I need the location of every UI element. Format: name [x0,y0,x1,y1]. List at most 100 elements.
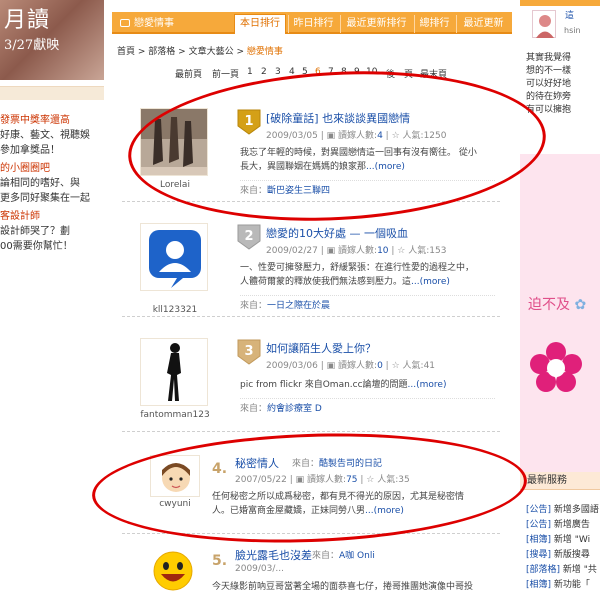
entry-meta: 2009/03/06 | ▣ 讀嫁人數:0 | ☆ 人氣:41 [266,361,436,371]
username[interactable]: Lorelai [140,180,210,190]
section-title: 戀愛情事 [120,15,174,33]
rank-number: 4. [212,461,228,477]
entry-excerpt: 任何秘密之所以成爲秘密，都有見不得光的原因，尤其是秘密情人。已婚富商金屋藏嬌，正… [212,492,465,516]
profile-avatar[interactable] [532,10,556,38]
more-link[interactable]: ...(more) [408,380,447,390]
username[interactable]: kll123321 [140,305,210,315]
bronze-medal-icon: 3 [237,339,261,365]
avatar[interactable] [148,547,198,591]
promo-line: 論相同的嗜好、與 [0,178,80,189]
popularity-count: 35 [398,475,410,485]
pager-page[interactable]: 9 [354,67,360,77]
promo-headline[interactable]: 的小圈圈吧 [0,161,104,176]
username[interactable]: fantomman123 [140,410,210,420]
avatar[interactable] [140,338,208,406]
pager-page[interactable]: 10 [366,67,377,77]
source-link[interactable]: 一日之際在於晨 [267,301,330,311]
svg-text:3: 3 [244,344,253,359]
service-item[interactable]: [相簿] 新功能「 [526,578,590,592]
list-item: cwyuni 4. 秘密情人 來自：酷製告司的日記 2007/05/22 | ▣… [122,455,507,535]
profile-box: 這 hsin [520,8,600,40]
entry-excerpt: 一、性愛可擁發壓力，舒緩緊張：在進行性愛的過程之中，人體荷爾蒙的釋放使我們無法感… [240,263,475,287]
more-link[interactable]: ...(more) [366,162,405,172]
entry-meta: 2009/03/05 | ▣ 讀嫁人數:4 | ☆ 人氣:1250 [266,131,447,141]
pager-page[interactable]: 7 [328,67,334,77]
promo-2[interactable]: 的小圈圈吧 論相同的嗜好、與 更多同好聚集在一起 [0,161,104,206]
entry-excerpt: pic from flickr 來自Oman.cc論壇的問題...(more) [240,380,447,390]
username[interactable]: cwyuni [140,499,210,509]
star-icon: ☆ [391,361,400,371]
reader-icon: ▣ [326,131,336,141]
tab-recent-update[interactable]: 最近更新 [456,15,510,33]
profile-name[interactable]: 這 [565,10,574,23]
source-link[interactable]: 約會診療室 D [267,404,322,414]
tab-recent-update-ranking[interactable]: 最近更新排行 [340,15,412,33]
quote-line: 的待在妳旁 [526,92,572,102]
reader-count: 4 [377,131,383,141]
rank-number: 5. [212,553,228,569]
pager-next[interactable]: 後一頁 [386,67,413,80]
service-item[interactable]: [相簿] 新增 "Wi [526,533,590,547]
author-link[interactable]: 酷製告司的日記 [319,459,382,469]
breadcrumb-current: 戀愛情事 [246,47,283,57]
promo-headline[interactable]: 發票中獎率還高 [0,113,104,128]
svg-text:1: 1 [244,114,253,129]
tab-overall-ranking[interactable]: 總排行 [414,15,454,33]
ad-slogan: 迫不及 ✿ [528,297,587,313]
avatar[interactable] [140,223,208,291]
popularity-count: 41 [423,361,436,371]
entry-excerpt: 今天綠影前吶豆哥當著全場的面恭喜七仔，捲哥推團她演像中哥投 [212,582,474,592]
tab-yesterday-ranking[interactable]: 昨日排行 [288,15,338,33]
pager-prev[interactable]: 前一頁 [212,67,239,80]
pager-page-current: 6 [315,67,321,77]
service-item[interactable]: [公告] 新增多國語 [526,503,599,517]
silhouette-photo [141,339,207,405]
entry-title[interactable]: 臉光露毛也沒差 [235,547,312,563]
pager-page[interactable]: 2 [261,67,267,77]
promo-3[interactable]: 客設計師 設計師哭了？劃 00需要你幫忙！ [0,209,104,254]
cartoon-girl-avatar [151,456,199,496]
pager-page[interactable]: 3 [275,67,281,77]
profile-sub: hsin [564,26,581,35]
avatar[interactable] [140,108,208,176]
banner-title: 月讀 [4,8,51,33]
breadcrumb-blog[interactable]: 部落格 [148,47,175,57]
promo-headline[interactable]: 客設計師 [0,209,104,224]
source-link[interactable]: 斷巴姿生三聯四 [267,186,330,196]
breadcrumb-articles[interactable]: 文章大藝公 [189,47,234,57]
pager-page[interactable]: 5 [302,67,308,77]
more-link[interactable]: ...(more) [411,277,450,287]
pager-first[interactable]: 最前頁 [175,67,202,80]
service-item[interactable]: [公告] 新增廣告 [526,518,590,532]
more-link[interactable]: ...(more) [365,506,404,516]
entry-title[interactable]: 如何讓陌生人愛上你？ [266,340,376,356]
user-placeholder-icon [141,224,207,290]
entry-author: 來自：酷製告司的日記 [292,459,383,469]
pager-last[interactable]: 最末頁 [420,67,447,80]
entry-title[interactable]: 秘密情人 [235,455,279,471]
list-item: Lorelai 1 [破除童話] 也來談談異國戀情 2009/03/05 | ▣… [122,108,507,208]
pink-ad-banner[interactable]: 迫不及 ✿ [520,154,600,472]
pager-page[interactable]: 1 [247,67,253,77]
movie-banner[interactable]: 月讀 3/27獻映 [0,0,104,80]
entry-divider [122,316,500,317]
entry-source: 來自：一日之際在於晨 [240,295,495,311]
star-icon: ☆ [391,131,400,141]
entry-title[interactable]: 戀愛的10大好處 — 一個吸血 [266,225,408,241]
author-link[interactable]: A咖 Onli [339,551,375,561]
pager-page[interactable]: 8 [341,67,347,77]
breadcrumb-home[interactable]: 首頁 [117,47,135,57]
service-item[interactable]: [搜尋] 新版搜尋 [526,548,590,562]
pager-page[interactable]: 4 [289,67,295,77]
list-item: celeee 5. 臉光露毛也沒差 來自：A咖 Onli 2009/03/...… [122,547,507,597]
promo-line: 設計師哭了？劃 [0,226,70,237]
service-item[interactable]: [部落格] 新增 "共 [526,563,597,577]
star-icon: ☆ [366,475,375,485]
tab-today-ranking[interactable]: 本日排行 [234,14,286,34]
star-icon: ☆ [397,246,406,256]
smiley-avatar [153,551,193,591]
avatar[interactable] [150,455,200,497]
entry-source: 來自：約會診療室 D [240,398,495,414]
entry-title[interactable]: [破除童話] 也來談談異國戀情 [266,110,410,126]
promo-1[interactable]: 發票中獎率還高 好康、藝文、視聽娛 參加拿獎品！ [0,113,104,158]
